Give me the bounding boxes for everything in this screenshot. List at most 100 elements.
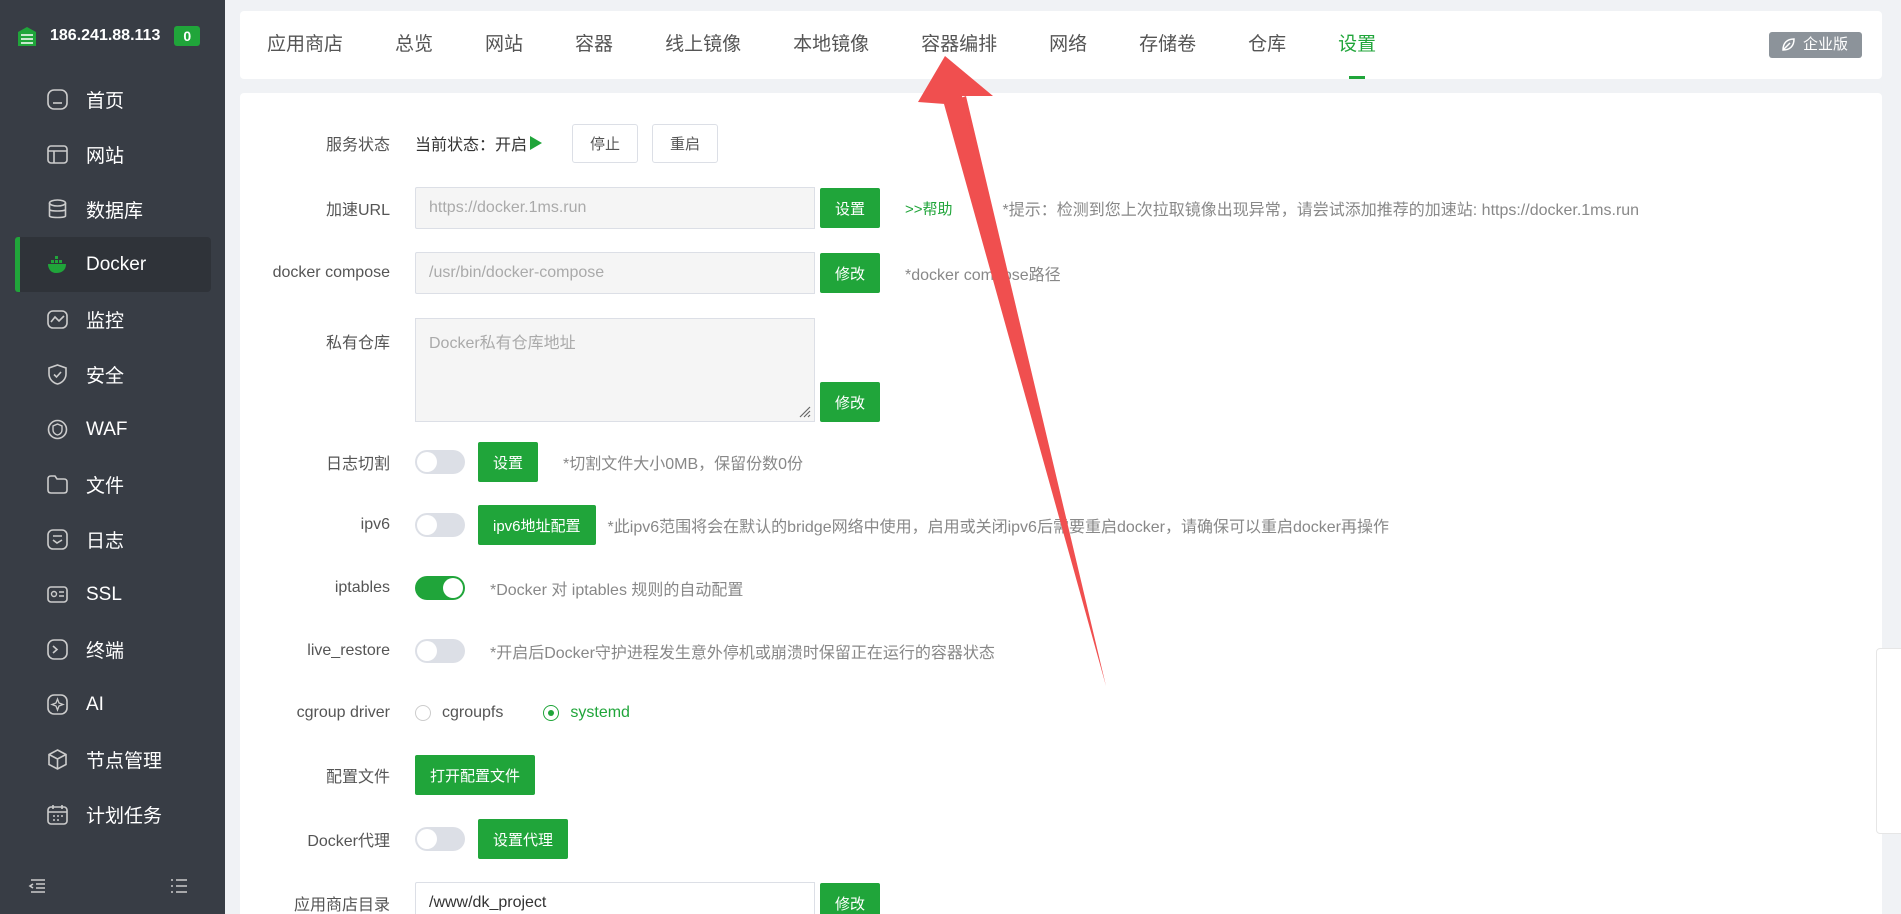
sidebar-item-label: 计划任务 [86, 806, 163, 827]
tab-list: 应用商店 总览 网站 容器 线上镜像 本地镜像 容器编排 网络 存储卷 仓库 设… [240, 11, 1882, 79]
tab-local-images[interactable]: 本地镜像 [793, 11, 869, 79]
collapse-sidebar-icon[interactable] [28, 876, 48, 896]
sidebar-item-label: 安全 [86, 366, 125, 387]
resize-grip-icon[interactable] [797, 404, 811, 418]
radio-label: systemd [570, 704, 630, 721]
database-icon [45, 197, 70, 222]
tab-network[interactable]: 网络 [1049, 11, 1087, 79]
sidebar-item-ssl[interactable]: SSL [0, 567, 225, 622]
floating-help-widget[interactable] [1876, 648, 1901, 834]
sidebar-item-docker[interactable]: Docker [15, 237, 211, 292]
tab-settings[interactable]: 设置 [1338, 11, 1376, 79]
ipv6-config-button[interactable]: ipv6地址配置 [478, 505, 596, 545]
sidebar-item-label: 文件 [86, 476, 125, 497]
tab-registry[interactable]: 仓库 [1248, 11, 1286, 79]
tab-overview[interactable]: 总览 [395, 11, 433, 79]
sidebar-item-terminal[interactable]: 终端 [0, 622, 225, 677]
private-repo-label: 私有仓库 [325, 335, 390, 352]
sidebar-item-monitor[interactable]: 监控 [0, 292, 225, 347]
docker-tabs-bar: 应用商店 总览 网站 容器 线上镜像 本地镜像 容器编排 网络 存储卷 仓库 设… [240, 11, 1882, 79]
calendar-icon [45, 802, 70, 827]
home-icon [45, 87, 70, 112]
ai-icon [45, 692, 70, 717]
iptables-row: iptables *Docker 对 iptables 规则的自动配置 [240, 568, 743, 608]
log-cut-toggle[interactable] [415, 450, 465, 474]
private-repo-textarea[interactable]: Docker私有仓库地址 [415, 318, 815, 422]
app-dir-edit-button[interactable]: 修改 [820, 883, 881, 914]
private-repo-edit-button[interactable]: 修改 [820, 382, 881, 422]
app-dir-input[interactable]: /www/dk_project [415, 882, 815, 914]
node-icon [45, 747, 70, 772]
enterprise-label: 企业版 [1802, 36, 1848, 53]
live-restore-toggle[interactable] [415, 639, 465, 663]
sidebar-item-label: 数据库 [86, 201, 144, 222]
enterprise-button[interactable]: 企业版 [1768, 32, 1862, 58]
radio-dot [543, 705, 560, 721]
mirror-url-input[interactable]: https://docker.1ms.run [415, 187, 815, 229]
settings-panel: 服务状态 当前状态：开启 停止 重启 加速URL https://docker.… [240, 93, 1882, 914]
compose-hint: *docker compose路径 [905, 267, 1061, 284]
sidebar-item-label: Docker [86, 253, 147, 275]
tab-compose[interactable]: 容器编排 [921, 11, 997, 79]
menu-list-icon[interactable] [169, 876, 189, 896]
compose-edit-button[interactable]: 修改 [820, 253, 881, 293]
bt-logo-icon [18, 27, 36, 46]
cgroup-radio-systemd[interactable]: systemd [543, 704, 630, 722]
proxy-toggle[interactable] [415, 827, 465, 851]
sidebar-item-nodes[interactable]: 节点管理 [0, 732, 225, 787]
sidebar-header: 186.241.88.113 0 [0, 0, 225, 72]
tab-app-store[interactable]: 应用商店 [267, 11, 343, 79]
ssl-icon [45, 582, 70, 607]
open-config-button[interactable]: 打开配置文件 [415, 755, 536, 795]
radio-label: cgroupfs [442, 704, 504, 721]
shield-icon [45, 362, 70, 387]
service-status-row: 服务状态 当前状态：开启 停止 重启 [240, 123, 719, 163]
mirror-url-set-button[interactable]: 设置 [820, 188, 881, 228]
tab-volumes[interactable]: 存储卷 [1139, 11, 1196, 79]
tab-online-images[interactable]: 线上镜像 [665, 11, 741, 79]
sidebar-item-files[interactable]: 文件 [0, 457, 225, 512]
sidebar-item-logs[interactable]: 日志 [0, 512, 225, 567]
play-icon [530, 136, 543, 150]
service-status-label: 服务状态 [325, 137, 390, 154]
sidebar-footer [0, 858, 225, 914]
compose-path-input[interactable]: /usr/bin/docker-compose [415, 252, 815, 294]
restart-button[interactable]: 重启 [652, 123, 719, 163]
alert-count-badge[interactable]: 0 [174, 26, 201, 46]
ipv6-toggle[interactable] [415, 513, 465, 537]
private-repo-placeholder: Docker私有仓库地址 [429, 335, 576, 352]
log-icon [45, 527, 70, 552]
iptables-toggle[interactable] [415, 576, 465, 600]
set-proxy-button[interactable]: 设置代理 [478, 819, 569, 859]
tab-website[interactable]: 网站 [485, 11, 523, 79]
mirror-help-link[interactable]: >>帮助 [905, 198, 953, 219]
sidebar-item-waf[interactable]: WAF [0, 402, 225, 457]
sidebar-item-cron[interactable]: 计划任务 [0, 787, 225, 842]
cgroup-label: cgroup driver [296, 704, 390, 721]
sidebar-item-label: WAF [86, 418, 128, 440]
cgroup-radio-cgroupfs[interactable]: cgroupfs [415, 704, 503, 722]
sidebar-item-label: 网站 [86, 146, 125, 167]
log-cut-set-button[interactable]: 设置 [478, 442, 539, 482]
sidebar-item-website[interactable]: 网站 [0, 127, 225, 182]
mirror-url-row: 加速URL https://docker.1ms.run 设置 >>帮助 *提示… [240, 187, 1639, 229]
sidebar-item-security[interactable]: 安全 [0, 347, 225, 402]
folder-icon [45, 472, 70, 497]
sidebar-item-label: 终端 [86, 641, 125, 662]
sidebar-item-home[interactable]: 首页 [0, 72, 225, 127]
proxy-row: Docker代理 设置代理 [240, 819, 569, 859]
sidebar-item-ai[interactable]: AI [0, 677, 225, 732]
sidebar-item-database[interactable]: 数据库 [0, 182, 225, 237]
log-cut-label: 日志切割 [325, 456, 390, 473]
config-file-label: 配置文件 [325, 769, 390, 786]
proxy-label: Docker代理 [307, 833, 390, 850]
app-dir-row: 应用商店目录 /www/dk_project 修改 [240, 882, 881, 914]
stop-button[interactable]: 停止 [572, 123, 639, 163]
monitor-icon [45, 307, 70, 332]
terminal-icon [45, 637, 70, 662]
tab-containers[interactable]: 容器 [575, 11, 613, 79]
iptables-hint: *Docker 对 iptables 规则的自动配置 [490, 582, 744, 599]
iptables-label: iptables [334, 579, 390, 596]
website-icon [45, 142, 70, 167]
leaf-icon [1782, 38, 1795, 51]
